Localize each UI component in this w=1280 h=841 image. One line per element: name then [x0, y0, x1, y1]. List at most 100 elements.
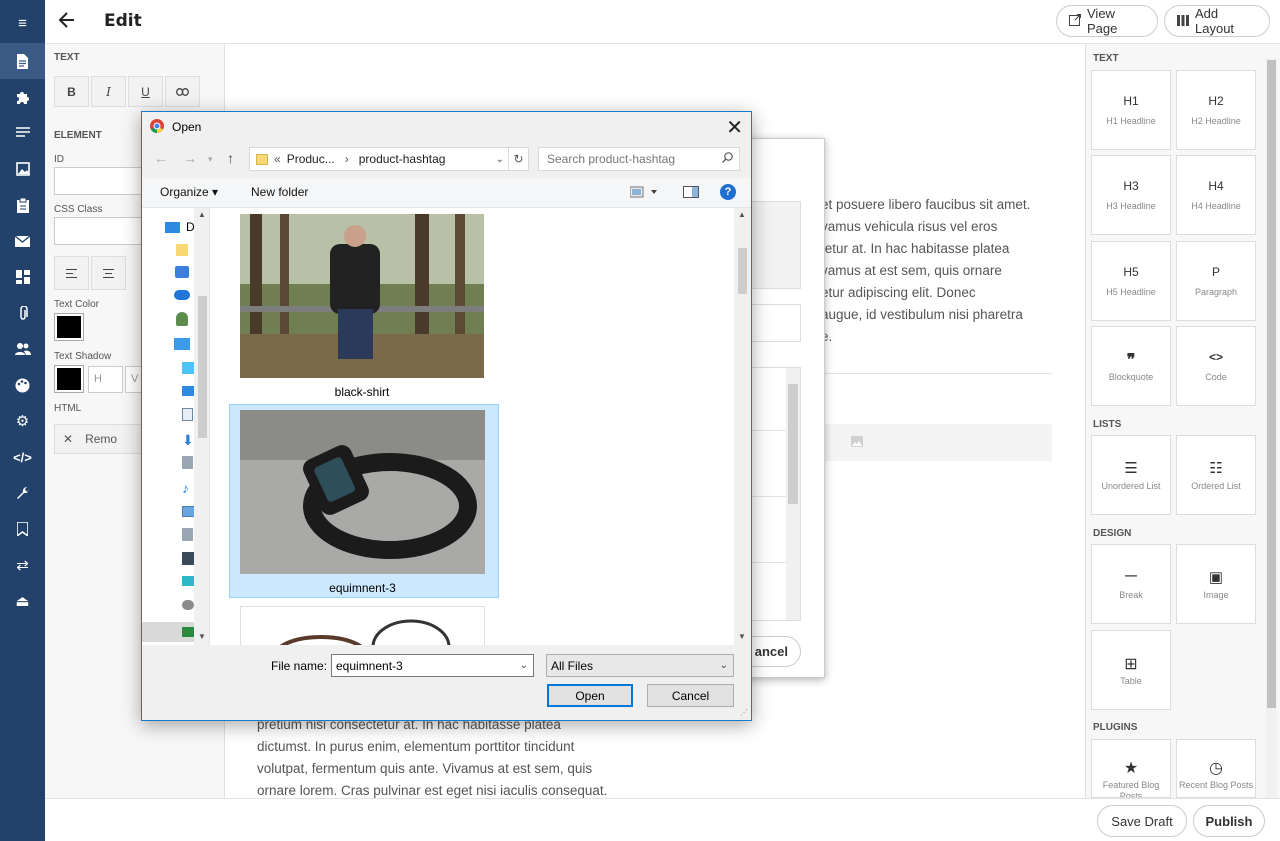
onedrive-icon[interactable] [174, 290, 190, 300]
scroll-thumb[interactable] [198, 296, 207, 438]
gallery-icon[interactable] [0, 151, 45, 187]
eject-icon[interactable]: ⏏ [0, 583, 45, 619]
drive-icon[interactable] [182, 600, 194, 610]
network-drive-icon[interactable] [182, 576, 194, 586]
chevron-up-icon[interactable]: ▲ [198, 210, 206, 219]
tile-ordered-list[interactable]: ☷ Ordered List [1176, 435, 1256, 515]
scroll-thumb[interactable] [1267, 60, 1276, 708]
image-thumbnail-partial[interactable] [240, 606, 485, 645]
up-arrow-icon[interactable]: ↑ [227, 150, 234, 166]
chevron-down-icon[interactable]: ⌄ [520, 660, 528, 671]
3d-objects-icon[interactable] [182, 362, 194, 374]
modal-input[interactable] [751, 304, 801, 342]
tile-recent-posts[interactable]: ◷ Recent Blog Posts [1176, 739, 1256, 798]
scroll-thumb[interactable] [738, 248, 747, 294]
align-left-button[interactable] [54, 256, 89, 290]
view-page-button[interactable]: View Page [1056, 5, 1158, 37]
file-list-scrollbar[interactable]: ▲ ▼ [734, 208, 751, 645]
tile-h3[interactable]: H3 H3 Headline [1091, 155, 1171, 235]
back-arrow-icon[interactable] [58, 8, 76, 38]
breadcrumb-current[interactable]: product-hashtag [359, 152, 446, 166]
desktop-folder-icon[interactable] [182, 386, 194, 396]
tile-h5[interactable]: H5 H5 Headline [1091, 241, 1171, 321]
shadow-h-input[interactable]: H [88, 366, 123, 393]
clipboard-icon[interactable] [0, 187, 45, 223]
add-layout-button[interactable]: Add Layout [1164, 5, 1270, 37]
chevron-down-icon[interactable]: ▼ [198, 632, 206, 641]
this-pc-icon[interactable] [174, 338, 190, 350]
organize-button[interactable]: Organize ▾ [160, 185, 218, 199]
documents-icon[interactable] [182, 408, 193, 421]
text-shadow-swatch[interactable] [54, 365, 84, 393]
italic-button[interactable]: I [91, 76, 126, 107]
user-folder-icon[interactable] [176, 312, 188, 326]
downloads-icon[interactable]: ⬇ [182, 433, 194, 447]
preview-pane-icon[interactable] [683, 186, 699, 201]
paperclip-icon[interactable] [0, 295, 45, 331]
text-color-swatch[interactable] [54, 313, 84, 341]
image-placeholder[interactable] [821, 424, 1052, 461]
gear-icon[interactable]: ⚙ [0, 403, 45, 439]
image-thumbnail-black-shirt[interactable] [240, 214, 484, 378]
underline-button[interactable]: U [128, 76, 163, 107]
tile-featured-posts[interactable]: ★ Featured Blog Posts [1091, 739, 1171, 798]
forward-arrow-icon[interactable]: → [183, 150, 197, 166]
new-folder-button[interactable]: New folder [251, 185, 308, 199]
search-input[interactable]: Search product-hashtag [538, 147, 740, 171]
modal-scrollbar[interactable] [786, 368, 800, 620]
chevron-down-icon[interactable]: ▼ [738, 632, 746, 641]
chevron-down-icon[interactable]: ▾ [208, 154, 213, 165]
link-button[interactable] [165, 76, 200, 107]
users-icon[interactable] [0, 331, 45, 367]
remove-button[interactable]: ✕ Remo [54, 424, 154, 454]
folder-icon[interactable] [182, 456, 193, 469]
tile-code[interactable]: <> Code [1176, 326, 1256, 406]
bold-button[interactable]: B [54, 76, 89, 107]
transfer-icon[interactable]: ⇄ [0, 547, 45, 583]
puzzle-icon[interactable] [0, 79, 45, 115]
close-icon[interactable]: ✕ [726, 115, 743, 140]
publish-button[interactable]: Publish [1193, 805, 1265, 837]
tile-unordered-list[interactable]: ☰ Unordered List [1091, 435, 1171, 515]
pages-icon[interactable] [0, 43, 45, 79]
palette-icon[interactable] [0, 367, 45, 403]
view-options-icon[interactable] [629, 186, 660, 201]
help-icon[interactable]: ? [720, 184, 736, 200]
open-button[interactable]: Open [547, 684, 633, 707]
tile-table[interactable]: ⊞ Table [1091, 630, 1171, 710]
chevron-down-icon[interactable]: ⌄ [496, 154, 504, 165]
refresh-icon[interactable]: ↻ [508, 148, 528, 170]
file-name-input[interactable]: equimnent-3 ⌄ [331, 654, 534, 677]
css-class-input[interactable] [54, 217, 154, 245]
text-lines-icon[interactable] [0, 115, 45, 151]
image-thumbnail-equipment[interactable] [240, 410, 485, 574]
align-center-button[interactable] [91, 256, 126, 290]
tile-h4[interactable]: H4 H4 Headline [1176, 155, 1256, 235]
tile-h1[interactable]: H1 H1 Headline [1091, 70, 1171, 150]
folder-icon[interactable] [176, 244, 188, 256]
folder-icon[interactable] [182, 528, 193, 541]
music-icon[interactable]: ♪ [182, 480, 189, 496]
menu-icon[interactable]: ≡ [0, 5, 45, 41]
back-arrow-icon[interactable]: ← [154, 150, 168, 166]
mail-icon[interactable] [0, 223, 45, 259]
tree-scrollbar[interactable]: ▲ ▼ [194, 208, 209, 645]
dashboard-icon[interactable] [0, 259, 45, 295]
videos-icon[interactable] [182, 552, 194, 565]
file-type-select[interactable]: All Files ⌄ [546, 654, 734, 677]
id-input[interactable] [54, 167, 154, 195]
dropbox-icon[interactable] [175, 266, 189, 278]
breadcrumb-parent[interactable]: Produc... [287, 152, 335, 166]
cancel-button[interactable]: Cancel [647, 684, 734, 707]
tile-h2[interactable]: H2 H2 Headline [1176, 70, 1256, 150]
resize-grip-icon[interactable]: ⋰ [740, 708, 748, 717]
tile-break[interactable]: — Break [1091, 544, 1171, 624]
wrench-icon[interactable] [0, 475, 45, 511]
save-draft-button[interactable]: Save Draft [1097, 805, 1187, 837]
chevron-up-icon[interactable]: ▲ [738, 210, 746, 219]
tile-image[interactable]: ▣ Image [1176, 544, 1256, 624]
blocks-scrollbar[interactable] [1266, 58, 1277, 798]
tile-paragraph[interactable]: P Paragraph [1176, 241, 1256, 321]
address-bar[interactable]: « Produc... › product-hashtag ⌄ ↻ [249, 147, 529, 171]
tile-blockquote[interactable]: ❞ Blockquote [1091, 326, 1171, 406]
